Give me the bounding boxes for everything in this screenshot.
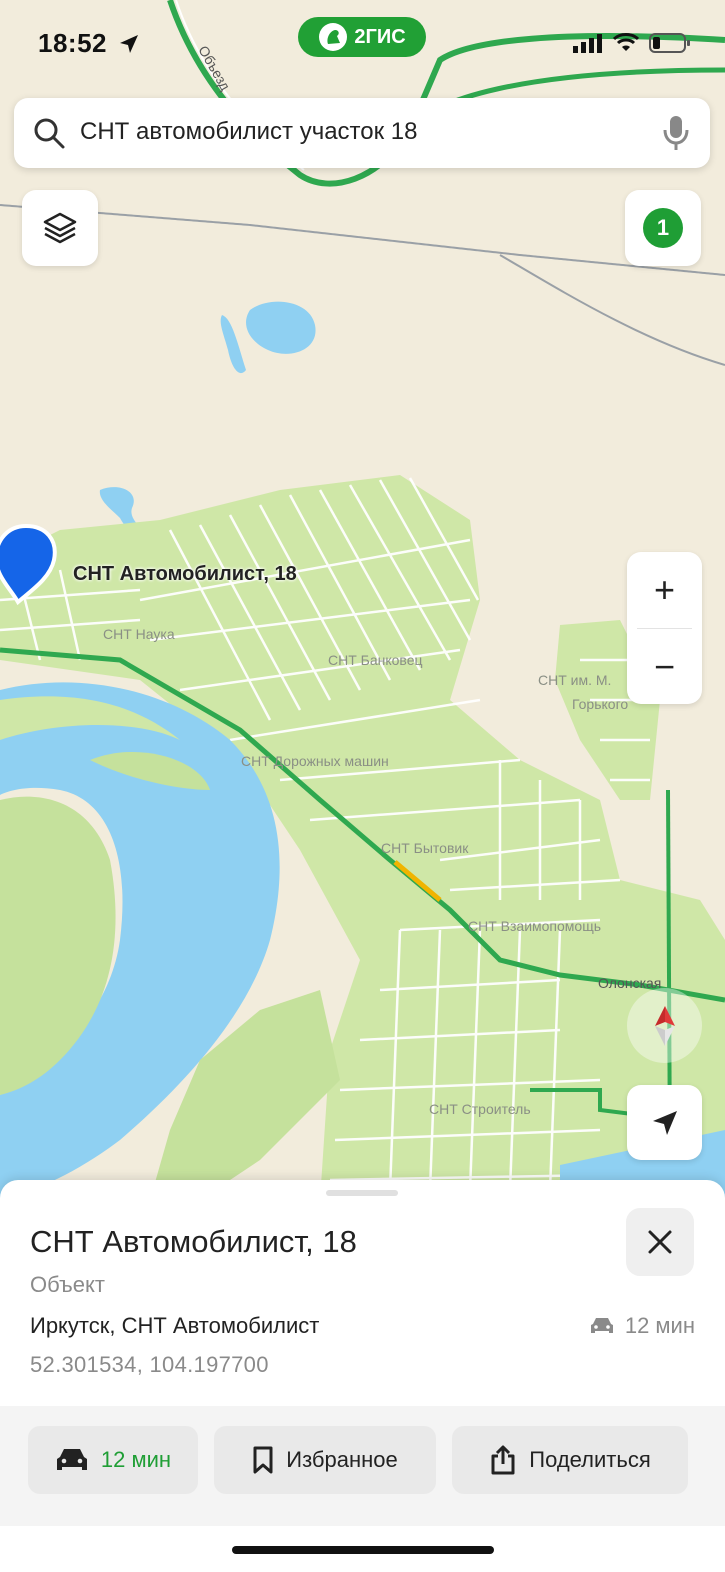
- navigation-arrow-icon: [652, 1110, 677, 1135]
- results-count-badge: 1: [643, 208, 683, 248]
- layers-icon: [43, 212, 77, 244]
- sheet-grabber[interactable]: [326, 1190, 398, 1196]
- search-input[interactable]: СНТ автомобилист участок 18: [80, 118, 418, 146]
- favorite-label: Избранное: [286, 1447, 398, 1472]
- eta-text: 12 мин: [624, 1313, 695, 1338]
- home-indicator[interactable]: [232, 1546, 494, 1554]
- place-label: СНТ Взаимопомощь: [468, 918, 602, 934]
- share-icon: [491, 1445, 515, 1475]
- close-icon: [648, 1230, 672, 1254]
- action-bar: 12 мин Избранное Поделиться: [0, 1406, 725, 1526]
- street-label: Олонская: [598, 975, 662, 991]
- place-type: Объект: [30, 1272, 105, 1297]
- system-icons: [573, 32, 691, 54]
- location-arrow-icon: [120, 35, 138, 53]
- place-label: СНТ Строитель: [429, 1101, 531, 1117]
- place-coordinates[interactable]: 52.301534, 104.197700: [30, 1352, 269, 1378]
- zoom-in-button[interactable]: +: [627, 552, 702, 628]
- car-icon: [56, 1449, 87, 1470]
- wifi-icon: [613, 33, 639, 51]
- eta: 12 мин: [589, 1313, 695, 1339]
- battery-icon: [649, 33, 690, 53]
- place-address: Иркутск, СНТ Автомобилист: [30, 1313, 320, 1338]
- share-label: Поделиться: [529, 1447, 651, 1472]
- favorite-button[interactable]: Избранное: [214, 1426, 436, 1494]
- car-icon: [590, 1318, 613, 1333]
- search-bar[interactable]: СНТ автомобилист участок 18: [14, 98, 710, 168]
- pin-label[interactable]: СНТ Автомобилист, 18: [73, 563, 297, 586]
- place-label: СНТ Банковец: [328, 652, 423, 668]
- brand-badge: 2ГИС: [298, 17, 426, 57]
- route-label: 12 мин: [100, 1447, 172, 1472]
- microphone-icon[interactable]: [662, 114, 690, 152]
- search-icon: [34, 118, 65, 149]
- share-button[interactable]: Поделиться: [452, 1426, 688, 1494]
- place-card: СНТ Автомобилист, 18 Объект Иркутск, СНТ…: [0, 1180, 725, 1572]
- zoom-out-button[interactable]: −: [627, 629, 702, 705]
- status-bar: 18:52 2ГИС: [0, 0, 725, 80]
- brand-name: 2ГИС: [354, 25, 406, 48]
- compass-button[interactable]: [627, 988, 702, 1063]
- place-title: СНТ Автомобилист, 18: [30, 1224, 357, 1259]
- compass-icon: [654, 1005, 675, 1046]
- place-label: СНТ Наука: [103, 626, 175, 642]
- layers-button[interactable]: [22, 190, 98, 266]
- results-count-button[interactable]: 1: [625, 190, 701, 266]
- duck-logo-icon: [319, 23, 348, 51]
- close-button[interactable]: [626, 1208, 694, 1276]
- place-label: Горького: [572, 696, 629, 712]
- place-label: СНТ Бытовик: [381, 840, 469, 856]
- zoom-controls: + −: [627, 552, 702, 704]
- signal-icon: [573, 34, 602, 53]
- route-button[interactable]: 12 мин: [28, 1426, 198, 1494]
- map-pin-icon: [0, 523, 57, 606]
- bookmark-icon: [253, 1446, 273, 1474]
- place-label: СНТ Дорожных машин: [241, 753, 389, 769]
- clock: 18:52: [38, 28, 107, 58]
- place-label: СНТ им. М.: [538, 672, 612, 688]
- my-location-button[interactable]: [627, 1085, 702, 1160]
